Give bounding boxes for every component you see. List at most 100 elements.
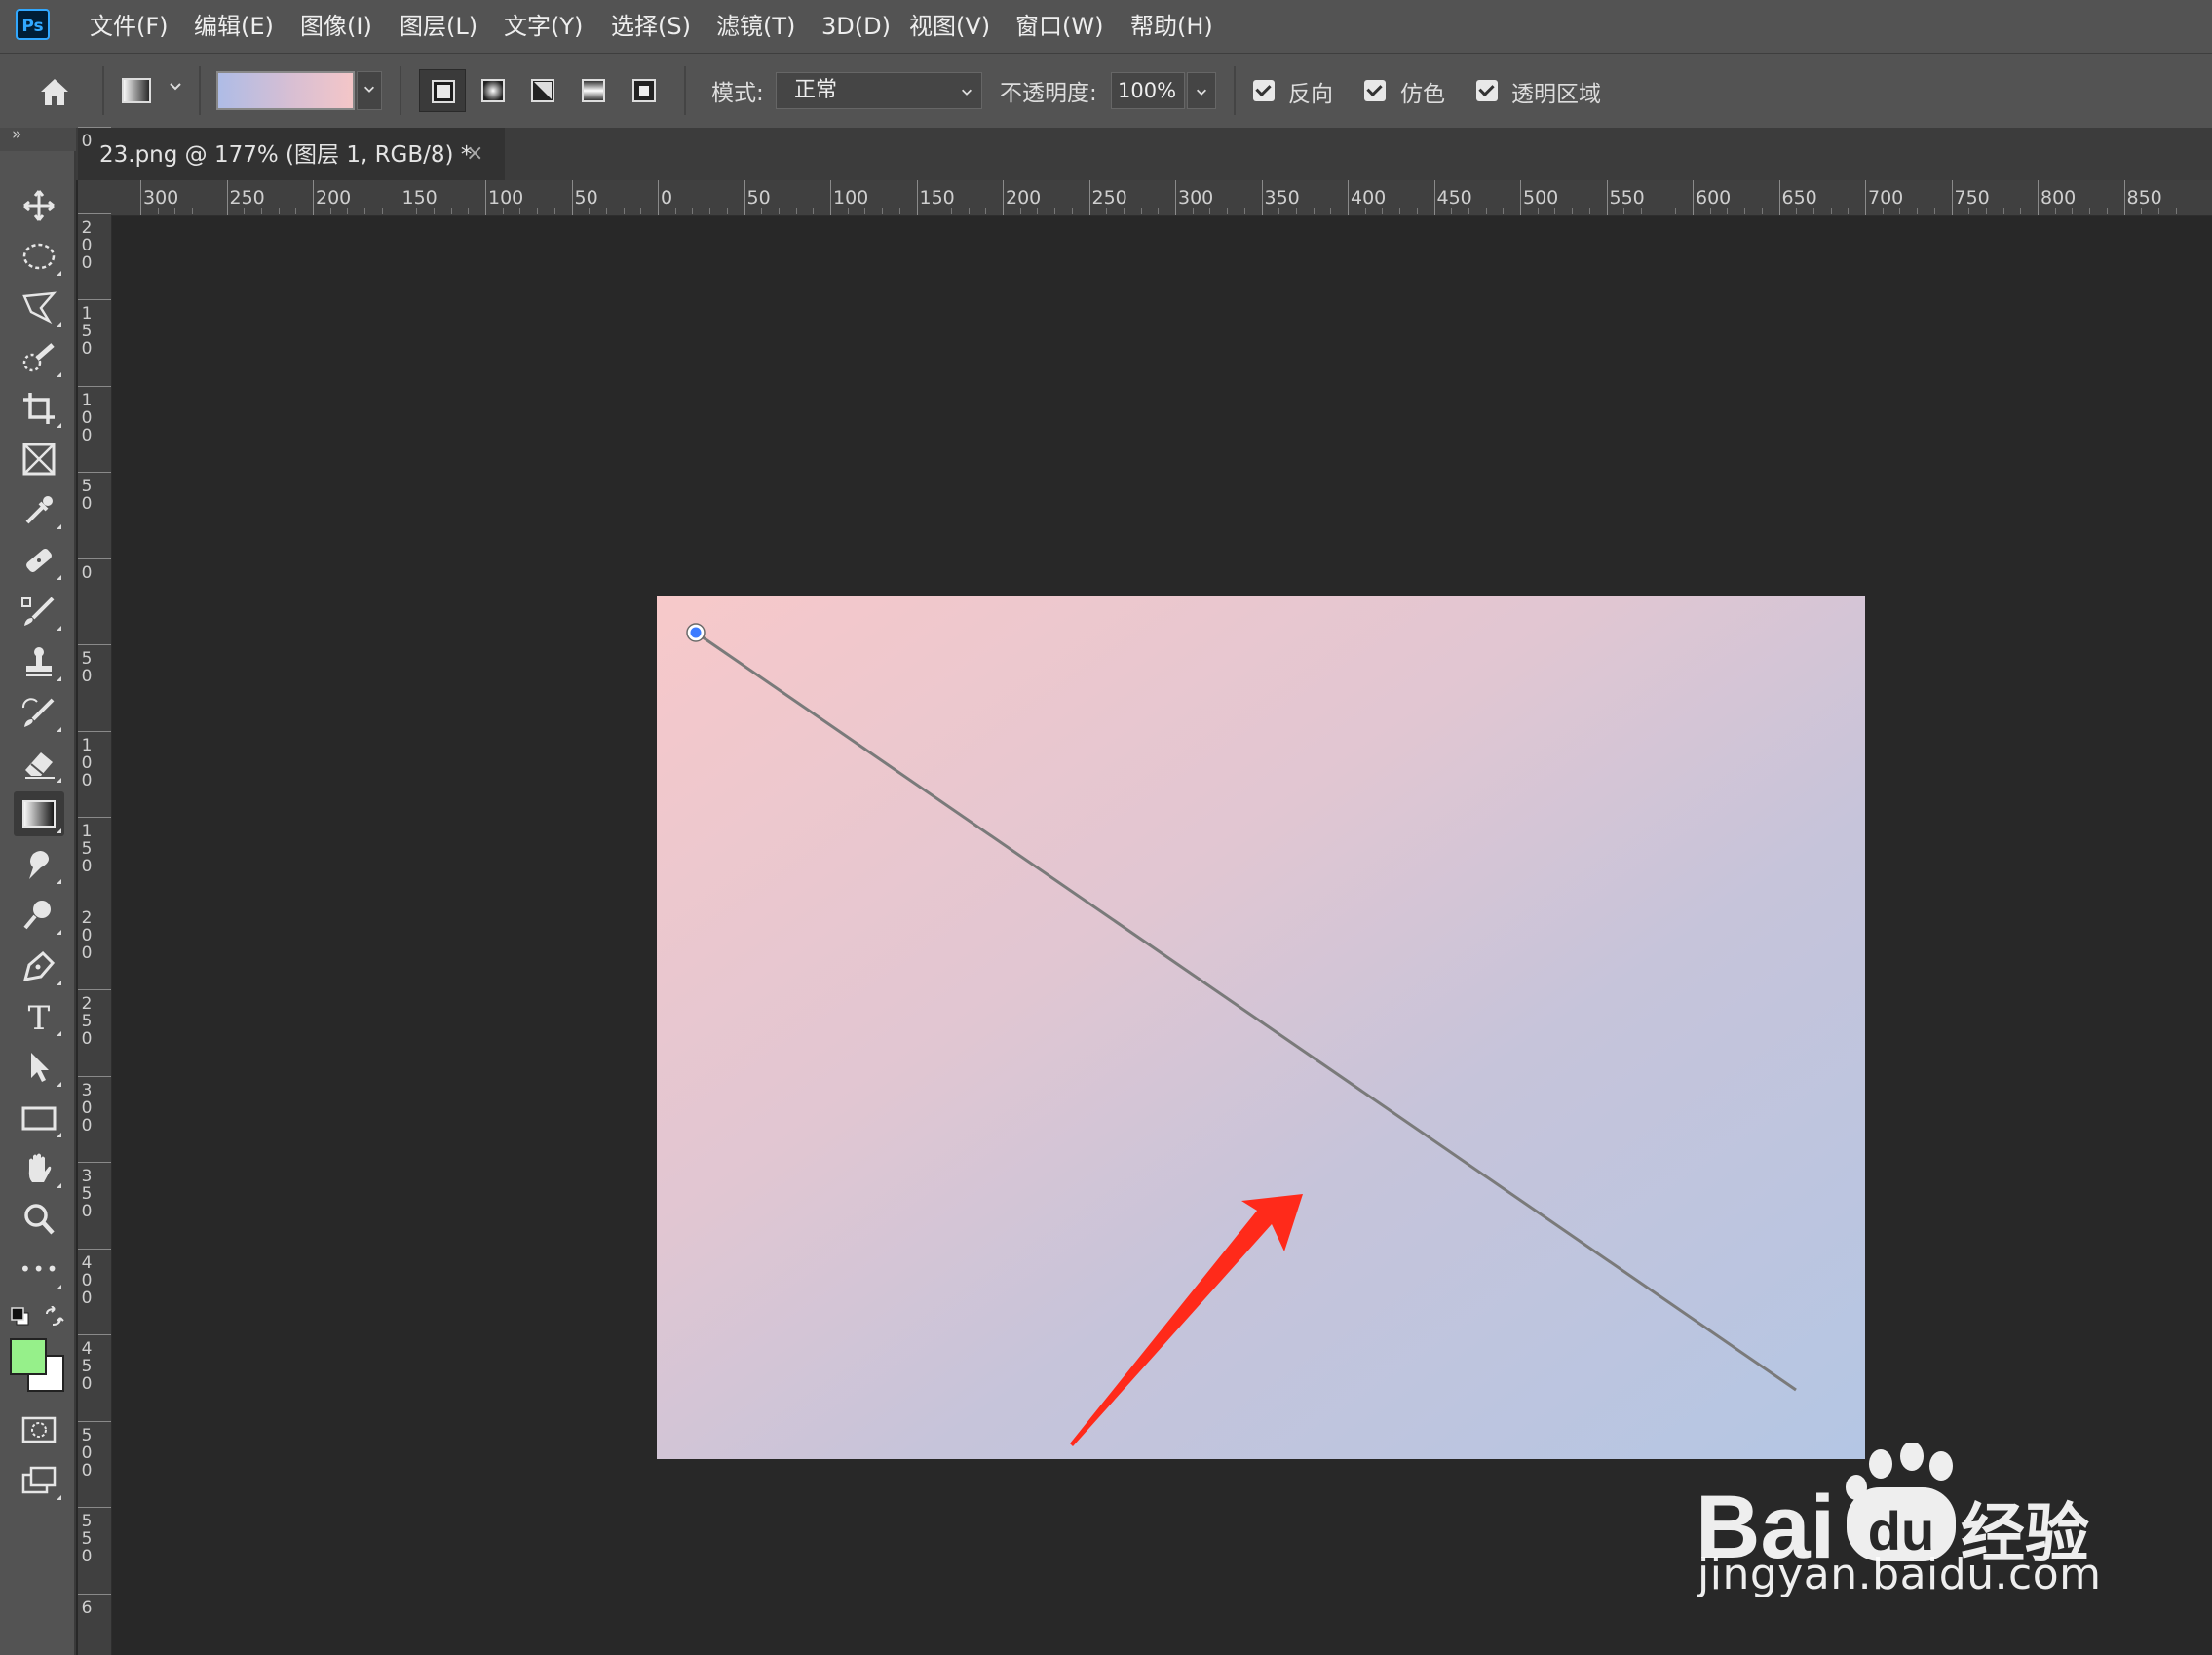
document-tab[interactable]: 23.png @ 177% (图层 1, RGB/8) * bbox=[78, 128, 505, 180]
menu-layer[interactable]: 图层(L) bbox=[400, 0, 477, 53]
menu-3d[interactable]: 3D(D) bbox=[821, 0, 891, 53]
ruler-minor-tick bbox=[640, 208, 642, 214]
ruler-major-tick bbox=[78, 385, 111, 387]
zoom-tool-icon[interactable] bbox=[14, 1197, 64, 1242]
ruler-major-tick bbox=[658, 180, 659, 215]
ruler-minor-tick bbox=[1054, 208, 1056, 214]
menu-image[interactable]: 图像(I) bbox=[300, 0, 372, 53]
transparency-checkbox[interactable] bbox=[1476, 80, 1498, 101]
radial-gradient-button[interactable] bbox=[470, 69, 516, 112]
separator bbox=[102, 66, 104, 115]
history-brush-icon[interactable] bbox=[14, 690, 64, 735]
move-tool-icon[interactable] bbox=[14, 183, 64, 228]
menu-window[interactable]: 窗口(W) bbox=[1015, 0, 1103, 53]
transparency-label: 透明区域 bbox=[1511, 82, 1601, 107]
menu-edit[interactable]: 编辑(E) bbox=[194, 0, 274, 53]
ruler-label: 150 bbox=[401, 187, 438, 209]
ruler-minor-tick bbox=[1158, 208, 1160, 214]
menu-help[interactable]: 帮助(H) bbox=[1130, 0, 1213, 53]
menu-type[interactable]: 文字(Y) bbox=[504, 0, 583, 53]
ruler-major-tick bbox=[1778, 180, 1780, 215]
screen-mode-icon[interactable] bbox=[14, 1458, 64, 1503]
chevron-down-icon[interactable] bbox=[168, 78, 183, 98]
ruler-minor-tick bbox=[450, 208, 452, 214]
ruler-minor-tick bbox=[1364, 208, 1366, 214]
ruler-minor-tick bbox=[553, 208, 555, 214]
opacity-dropdown-button[interactable] bbox=[1187, 72, 1216, 109]
diamond-gradient-button[interactable] bbox=[621, 69, 667, 112]
foreground-color-swatch[interactable] bbox=[10, 1338, 47, 1375]
eyedropper-icon[interactable] bbox=[14, 487, 64, 532]
close-icon[interactable]: × bbox=[466, 128, 483, 180]
ruler-major-tick bbox=[78, 1593, 111, 1595]
brush-tool-icon[interactable] bbox=[14, 589, 64, 634]
dither-checkbox[interactable] bbox=[1364, 80, 1386, 101]
menu-file[interactable]: 文件(F) bbox=[90, 0, 169, 53]
tool-preset-icon[interactable] bbox=[121, 75, 152, 106]
ruler-minor-tick bbox=[244, 208, 246, 214]
ruler-label: 550 bbox=[1609, 187, 1645, 209]
type-tool-icon[interactable]: T bbox=[14, 994, 64, 1039]
dodge-tool-icon[interactable] bbox=[14, 893, 64, 938]
menu-filter[interactable]: 滤镜(T) bbox=[716, 0, 795, 53]
opacity-label: 不透明度: bbox=[1000, 81, 1097, 106]
angle-gradient-button[interactable] bbox=[519, 69, 566, 112]
clone-stamp-icon[interactable] bbox=[14, 639, 64, 684]
eraser-icon[interactable] bbox=[14, 741, 64, 786]
ruler-minor-tick bbox=[1554, 208, 1556, 214]
ruler-major-tick bbox=[485, 180, 486, 215]
home-icon[interactable] bbox=[37, 74, 72, 109]
ruler-minor-tick bbox=[278, 208, 280, 214]
ruler-minor-tick bbox=[1071, 208, 1073, 214]
smudge-tool-icon[interactable] bbox=[14, 842, 64, 887]
ruler-label: 150 bbox=[919, 187, 955, 209]
edit-toolbar-icon[interactable]: ••• bbox=[14, 1248, 64, 1292]
ruler-minor-tick bbox=[847, 208, 849, 214]
hand-tool-icon[interactable] bbox=[14, 1146, 64, 1191]
mode-select[interactable]: 正常 bbox=[776, 72, 982, 109]
ruler-minor-tick bbox=[1295, 208, 1297, 214]
rectangle-tool-icon[interactable] bbox=[14, 1096, 64, 1140]
gradient-picker-chevron-icon[interactable] bbox=[357, 71, 382, 110]
collapse-panel-icon[interactable]: » bbox=[12, 125, 21, 144]
pen-tool-icon[interactable] bbox=[14, 943, 64, 988]
ruler-minor-tick bbox=[260, 208, 262, 214]
healing-brush-icon[interactable] bbox=[14, 538, 64, 583]
polygonal-lasso-icon[interactable] bbox=[14, 285, 64, 329]
menu-select[interactable]: 选择(S) bbox=[611, 0, 691, 53]
ruler-minor-tick bbox=[537, 208, 539, 214]
quick-mask-icon[interactable] bbox=[14, 1407, 64, 1452]
ruler-label: 150 bbox=[81, 304, 93, 359]
ruler-minor-tick bbox=[1278, 208, 1280, 214]
ruler-major-tick bbox=[313, 180, 314, 215]
ruler-minor-tick bbox=[1830, 208, 1832, 214]
ruler-minor-tick bbox=[864, 208, 866, 214]
gradient-tool-icon[interactable] bbox=[14, 791, 64, 836]
ruler-minor-tick bbox=[2002, 208, 2004, 214]
more-glyph: ••• bbox=[19, 1257, 60, 1281]
crop-tool-icon[interactable] bbox=[14, 386, 64, 431]
swap-colors-icon[interactable] bbox=[43, 1305, 64, 1328]
ruler-minor-tick bbox=[468, 208, 470, 214]
opacity-input[interactable]: 100% bbox=[1111, 72, 1185, 109]
document-canvas[interactable] bbox=[657, 596, 1865, 1459]
ruler-major-tick bbox=[2123, 180, 2125, 215]
default-colors-icon[interactable] bbox=[10, 1306, 31, 1328]
ruler-minor-tick bbox=[1933, 208, 1935, 214]
path-selection-icon[interactable] bbox=[14, 1045, 64, 1090]
diamond-gradient-icon bbox=[632, 79, 656, 102]
linear-gradient-button[interactable] bbox=[419, 69, 466, 112]
quick-selection-icon[interactable] bbox=[14, 335, 64, 380]
ruler-major-tick bbox=[78, 644, 111, 645]
ruler-major-tick bbox=[78, 1420, 111, 1422]
gradient-preview-swatch[interactable] bbox=[216, 71, 355, 110]
menu-view[interactable]: 视图(V) bbox=[909, 0, 990, 53]
ruler-major-tick bbox=[1003, 180, 1004, 215]
reverse-checkbox[interactable] bbox=[1253, 80, 1275, 101]
elliptical-marquee-icon[interactable] bbox=[14, 234, 64, 279]
ruler-minor-tick bbox=[416, 208, 418, 214]
ruler-major-tick bbox=[78, 1507, 111, 1508]
frame-tool-icon[interactable] bbox=[14, 437, 64, 481]
type-tool-glyph: T bbox=[28, 999, 51, 1035]
reflected-gradient-button[interactable] bbox=[570, 69, 617, 112]
